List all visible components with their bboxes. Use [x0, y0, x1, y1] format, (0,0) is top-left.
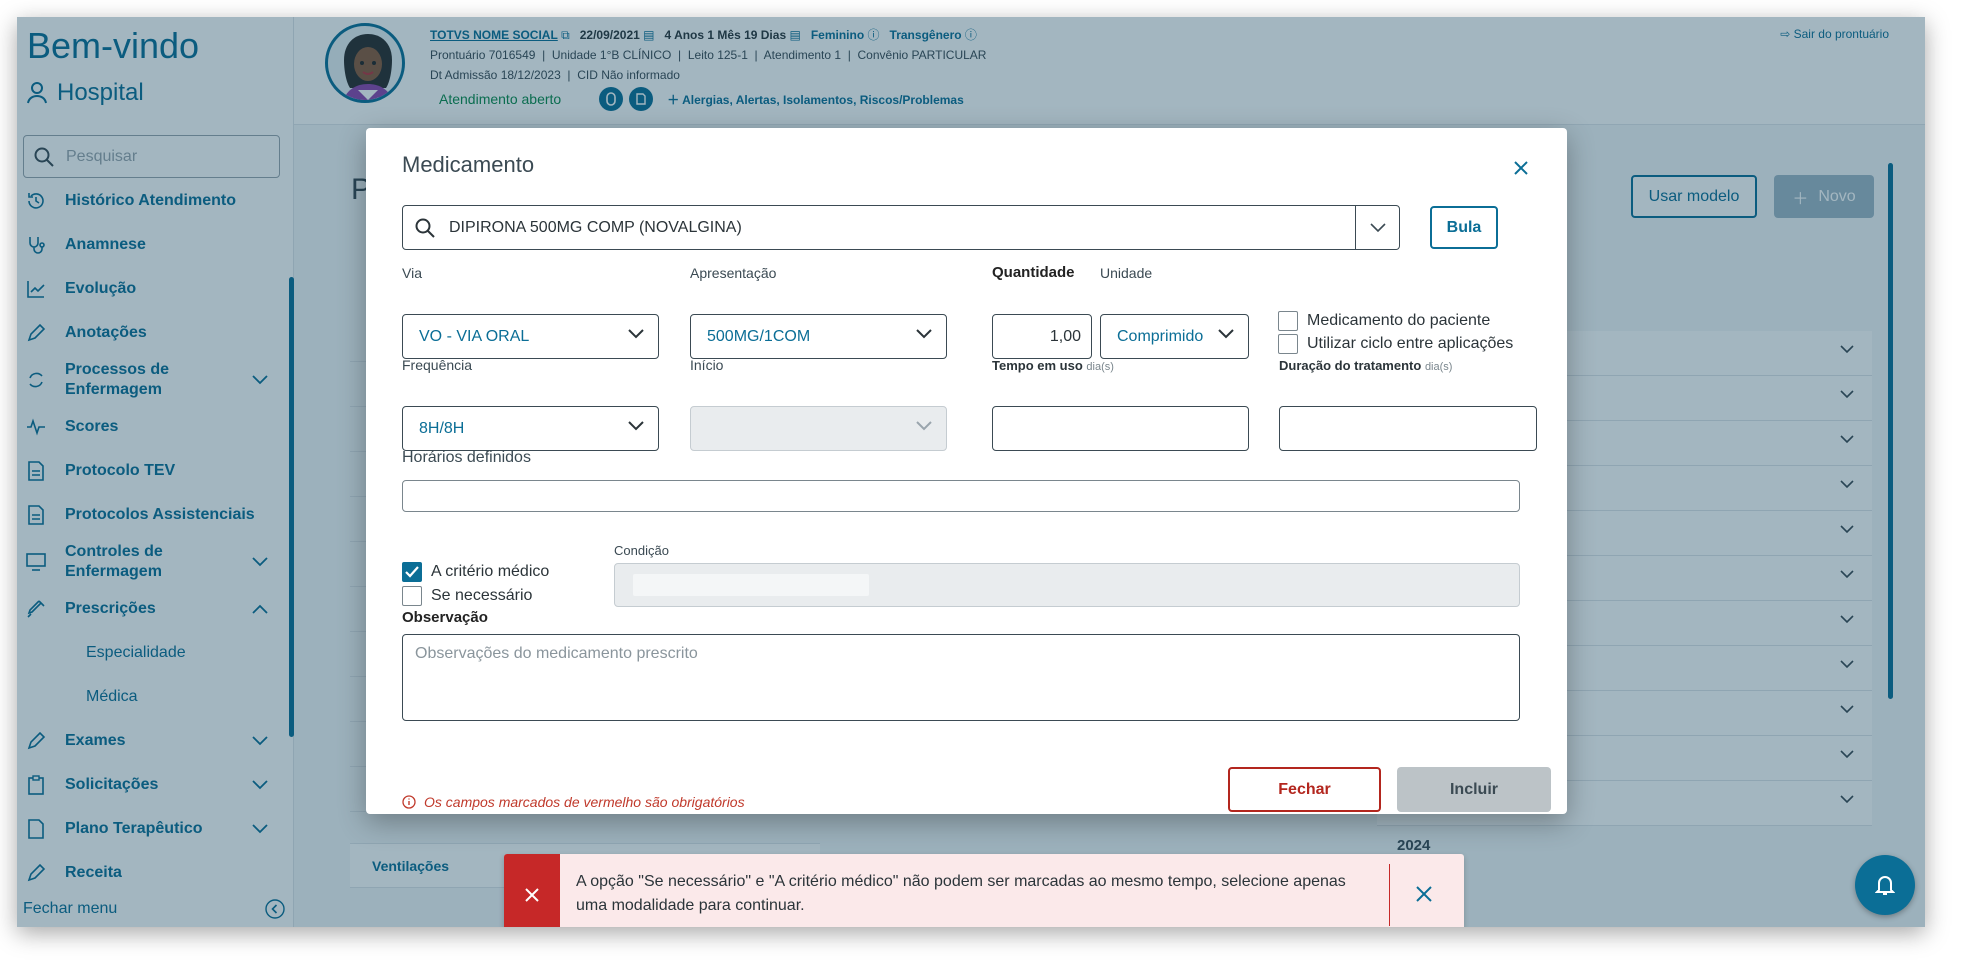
notification-bell-button[interactable]	[1855, 855, 1915, 915]
checkbox-ciclo-aplicacoes[interactable]: Utilizar ciclo entre aplicações	[1278, 334, 1513, 354]
observacao-placeholder: Observações do medicamento prescrito	[415, 645, 698, 662]
chevron-down-icon	[916, 329, 932, 339]
fechar-button[interactable]: Fechar	[1228, 767, 1381, 812]
frequencia-value: 8H/8H	[419, 419, 465, 437]
via-label: Via	[402, 265, 422, 281]
tempo-uso-label: Tempo em uso dia(s)	[992, 358, 1114, 373]
duracao-tratamento-input[interactable]	[1279, 406, 1537, 451]
tempo-uso-hint: dia(s)	[1086, 361, 1114, 373]
required-note-text: Os campos marcados de vermelho são obrig…	[424, 794, 745, 810]
observacao-textarea[interactable]: Observações do medicamento prescrito	[402, 634, 1520, 721]
via-value: VO - VIA ORAL	[419, 327, 530, 345]
medication-search-input[interactable]: DIPIRONA 500MG COMP (NOVALGINA)	[402, 205, 1400, 250]
horarios-input[interactable]	[402, 480, 1520, 512]
chevron-down-icon	[916, 421, 932, 431]
checkbox-label: Medicamento do paciente	[1307, 312, 1491, 329]
observacao-label: Observação	[402, 609, 488, 626]
bula-button[interactable]: Bula	[1430, 206, 1498, 249]
medication-value: DIPIRONA 500MG COMP (NOVALGINA)	[449, 218, 742, 236]
close-icon[interactable]	[1511, 158, 1531, 178]
inicio-label: Início	[690, 357, 724, 373]
close-icon[interactable]	[1412, 882, 1436, 906]
checkbox-checked[interactable]	[402, 562, 422, 582]
tempo-uso-text: Tempo em uso	[992, 358, 1083, 373]
app-window: Bem-vindo Hospital Pesquisar Histórico A…	[17, 17, 1925, 927]
frequencia-label: Frequência	[402, 357, 473, 373]
modal-title: Medicamento	[402, 152, 535, 177]
checkbox-label: Utilizar ciclo entre aplicações	[1307, 335, 1514, 352]
inicio-select	[690, 406, 947, 451]
unidade-select[interactable]: Comprimido	[1100, 314, 1249, 359]
apresentacao-select[interactable]: 500MG/1COM	[690, 314, 947, 359]
toast-divider	[1389, 864, 1390, 926]
medication-modal: Medicamento DIPIRONA 500MG COMP (NOVALGI…	[366, 128, 1567, 814]
bell-icon	[1875, 876, 1895, 895]
condicao-input	[614, 563, 1520, 607]
error-toast: A opção "Se necessário" e "A critério mé…	[504, 854, 1464, 927]
required-note: Os campos marcados de vermelho são obrig…	[402, 794, 745, 810]
quantidade-label: Quantidade	[992, 264, 1075, 281]
condicao-placeholder	[633, 574, 869, 596]
checkbox-a-criterio-medico[interactable]: A critério médico	[402, 562, 549, 582]
frequencia-select[interactable]: 8H/8H	[402, 406, 659, 451]
incluir-button[interactable]: Incluir	[1397, 767, 1551, 812]
chevron-down-icon	[1369, 222, 1386, 232]
checkbox-label: Se necessário	[431, 587, 533, 604]
condicao-label: Condição	[614, 543, 669, 558]
chevron-down-icon	[628, 329, 644, 339]
duracao-tratamento-label: Duração do tratamento dia(s)	[1279, 358, 1452, 373]
search-icon	[415, 218, 435, 238]
via-select[interactable]: VO - VIA ORAL	[402, 314, 659, 359]
unidade-value: Comprimido	[1117, 327, 1204, 345]
horarios-label: Horários definidos	[402, 449, 531, 466]
toast-error-bar	[504, 854, 560, 927]
toast-message: A opção "Se necessário" e "A critério mé…	[576, 873, 1346, 914]
checkbox-se-necessario[interactable]: Se necessário	[402, 586, 532, 606]
unidade-label: Unidade	[1100, 265, 1153, 281]
checkbox[interactable]	[1278, 311, 1298, 331]
duracao-text: Duração do tratamento	[1279, 358, 1422, 373]
error-x-icon	[525, 888, 539, 902]
chevron-down-icon	[628, 421, 644, 431]
info-icon	[402, 795, 416, 809]
checkbox[interactable]	[402, 586, 422, 606]
checkbox-medicamento-paciente[interactable]: Medicamento do paciente	[1278, 311, 1490, 331]
chevron-down-icon	[1218, 329, 1234, 339]
apresentacao-value: 500MG/1COM	[707, 327, 811, 345]
checkbox[interactable]	[1278, 334, 1298, 354]
checkbox-label: A critério médico	[431, 563, 550, 580]
medication-dropdown-toggle[interactable]	[1355, 206, 1399, 249]
check-icon	[405, 566, 419, 578]
duracao-hint: dia(s)	[1424, 361, 1453, 373]
tempo-uso-input[interactable]	[992, 406, 1249, 451]
quantidade-input[interactable]: 1,00	[992, 314, 1092, 359]
apresentacao-label: Apresentação	[690, 265, 777, 281]
